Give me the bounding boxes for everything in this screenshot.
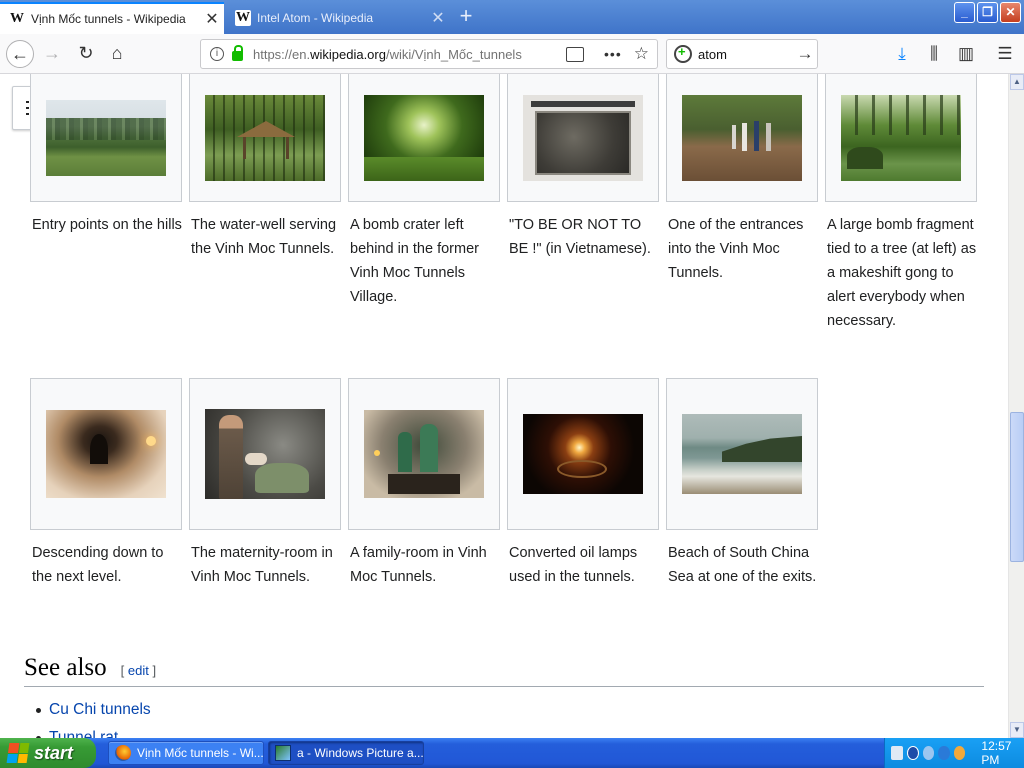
grass-field-scene[interactable] <box>46 100 166 176</box>
wikipedia-icon: W <box>10 11 24 26</box>
tunnel-corridor-scene[interactable] <box>46 410 166 498</box>
tab-vinh-moc[interactable]: W Vịnh Mốc tunnels - Wikipedia ✕ <box>0 2 224 34</box>
system-tray: 12:57 PM <box>884 738 1024 768</box>
gallery-item[interactable] <box>30 378 182 530</box>
info-icon[interactable]: i <box>210 47 224 61</box>
minimize-icon[interactable]: _ <box>954 2 975 23</box>
reload-icon[interactable]: ↻ <box>72 40 100 68</box>
taskbar-item-label: Vịnh Mốc tunnels - Wi... <box>137 746 264 760</box>
taskbar: start Vịnh Mốc tunnels - Wi... a - Windo… <box>0 738 1024 768</box>
gallery-caption: A large bomb fragment tied to a tree (at… <box>827 217 977 329</box>
gallery-caption: One of the entrances into the Vinh Moc T… <box>668 217 804 281</box>
gallery-caption: The water-well serving the Vinh Moc Tunn… <box>191 217 337 257</box>
gallery-item[interactable] <box>825 74 977 202</box>
search-engine-icon[interactable] <box>674 44 692 63</box>
forest-crater-scene[interactable] <box>364 95 484 181</box>
clock[interactable]: 12:57 PM <box>981 739 1024 767</box>
windows-logo-icon <box>6 743 30 763</box>
edit-link[interactable]: edit <box>128 663 149 678</box>
gallery-caption: Beach of South China Sea at one of the e… <box>668 545 817 585</box>
edit-bracket-close: ] <box>148 663 157 678</box>
volume-icon[interactable] <box>938 746 950 760</box>
start-button[interactable]: start <box>0 738 96 768</box>
vertical-scrollbar[interactable]: ▲ ▼ <box>1008 74 1024 738</box>
start-label: start <box>34 742 74 763</box>
home-icon[interactable]: ⌂ <box>103 40 131 68</box>
download-icon[interactable]: ⤓ <box>890 42 914 66</box>
gallery-caption: "TO BE OR NOT TO BE !" (in Vietnamese). <box>509 217 651 257</box>
menu-icon[interactable]: ☰ <box>993 42 1017 66</box>
wikipedia-icon: W <box>235 10 251 26</box>
taskbar-item-firefox[interactable]: Vịnh Mốc tunnels - Wi... <box>108 741 264 765</box>
search-go-icon[interactable]: → <box>793 44 817 64</box>
picture-viewer-icon <box>275 745 291 761</box>
address-bar[interactable]: i https://en.wikipedia.org/wiki/Vịnh_Mốc… <box>200 39 658 69</box>
close-tab-icon[interactable]: ✕ <box>426 8 450 28</box>
see-also-list: Cu Chi tunnels Tunnel rat <box>36 696 151 738</box>
gallery-caption: Converted oil lamps used in the tunnels. <box>509 545 638 585</box>
page-content: Entry points on the hills The water-well… <box>0 74 1008 738</box>
oil-lamp-scene[interactable] <box>523 414 643 494</box>
close-window-icon[interactable]: ✕ <box>1000 2 1021 23</box>
keyboard-icon[interactable] <box>891 746 903 760</box>
section-edit: [ edit ] <box>121 663 156 678</box>
gallery-caption: Entry points on the hills <box>32 217 182 233</box>
tab-label: Vịnh Mốc tunnels - Wikipedia <box>31 12 186 26</box>
back-arrow-icon[interactable]: ← <box>6 40 34 68</box>
gallery-item[interactable] <box>666 74 818 202</box>
restore-icon[interactable]: ❐ <box>977 2 998 23</box>
screen: W Vịnh Mốc tunnels - Wikipedia ✕ W Intel… <box>0 0 1024 768</box>
gallery-item[interactable] <box>507 74 659 202</box>
scroll-up-icon[interactable]: ▲ <box>1010 74 1024 90</box>
gallery-item[interactable] <box>189 378 341 530</box>
gallery-item[interactable] <box>189 74 341 202</box>
edit-bracket-open: [ <box>120 663 128 678</box>
gallery-item[interactable] <box>507 378 659 530</box>
nav-bar: ← → ↻ ⌂ i https://en.wikipedia.org/wiki/… <box>0 34 1024 74</box>
gallery-item[interactable] <box>348 378 500 530</box>
library-icon[interactable]: ⫼ <box>922 42 946 66</box>
gallery-caption: A bomb crater left behind in the former … <box>350 217 479 305</box>
maternity-room-scene[interactable] <box>205 409 325 499</box>
see-also-section-header: See also [ edit ] <box>24 654 984 687</box>
network-icon[interactable] <box>922 746 935 760</box>
gallery-item[interactable] <box>30 74 182 202</box>
bamboo-hut-scene[interactable] <box>205 95 325 181</box>
url-text[interactable]: https://en.wikipedia.org/wiki/Vịnh_Mốc_t… <box>253 47 566 62</box>
see-also-link-cu-chi[interactable]: Cu Chi tunnels <box>36 696 151 724</box>
gallery-item[interactable] <box>348 74 500 202</box>
search-input[interactable] <box>698 46 793 62</box>
taskbar-item-label: a - Windows Picture a... <box>297 746 424 760</box>
gallery-caption: Descending down to the next level. <box>32 545 164 585</box>
scrollbar-thumb[interactable] <box>1010 412 1024 562</box>
tab-label: Intel Atom - Wikipedia <box>257 11 374 25</box>
section-heading: See also <box>24 654 107 681</box>
search-bar[interactable]: → <box>666 39 818 69</box>
sidebar-icon[interactable]: ▥ <box>954 42 978 66</box>
scroll-down-icon[interactable]: ▼ <box>1010 722 1024 738</box>
bomb-fragment-scene[interactable] <box>841 95 961 181</box>
page-actions-icon[interactable]: ••• <box>604 46 622 62</box>
window-controls: _ ❐ ✕ <box>954 2 1021 23</box>
gallery-caption: The maternity-room in Vinh Moc Tunnels. <box>191 545 333 585</box>
security-icon[interactable] <box>953 746 966 760</box>
tab-intel-atom[interactable]: W Intel Atom - Wikipedia ✕ <box>226 2 450 34</box>
forward-arrow-icon[interactable]: → <box>38 40 66 68</box>
taskbar-item-picture-viewer[interactable]: a - Windows Picture a... <box>268 741 424 765</box>
see-also-link-tunnel-rat[interactable]: Tunnel rat <box>36 724 151 738</box>
close-tab-icon[interactable]: ✕ <box>200 9 224 29</box>
firefox-icon <box>115 745 131 761</box>
gallery-caption: A family-room in Vinh Moc Tunnels. <box>350 545 487 585</box>
gallery-item[interactable] <box>666 378 818 530</box>
lock-icon[interactable] <box>232 45 243 61</box>
tab-bar: W Vịnh Mốc tunnels - Wikipedia ✕ W Intel… <box>0 0 1024 34</box>
chevron-icon[interactable] <box>906 746 919 760</box>
family-room-scene[interactable] <box>364 410 484 498</box>
new-tab-icon[interactable]: + <box>452 4 480 30</box>
entrance-visitors-scene[interactable] <box>682 95 802 181</box>
bookmark-star-icon[interactable]: ☆ <box>634 44 649 64</box>
relief-plaque-scene[interactable] <box>523 95 643 181</box>
reader-view-icon[interactable] <box>566 46 585 62</box>
beach-scene[interactable] <box>682 414 802 494</box>
